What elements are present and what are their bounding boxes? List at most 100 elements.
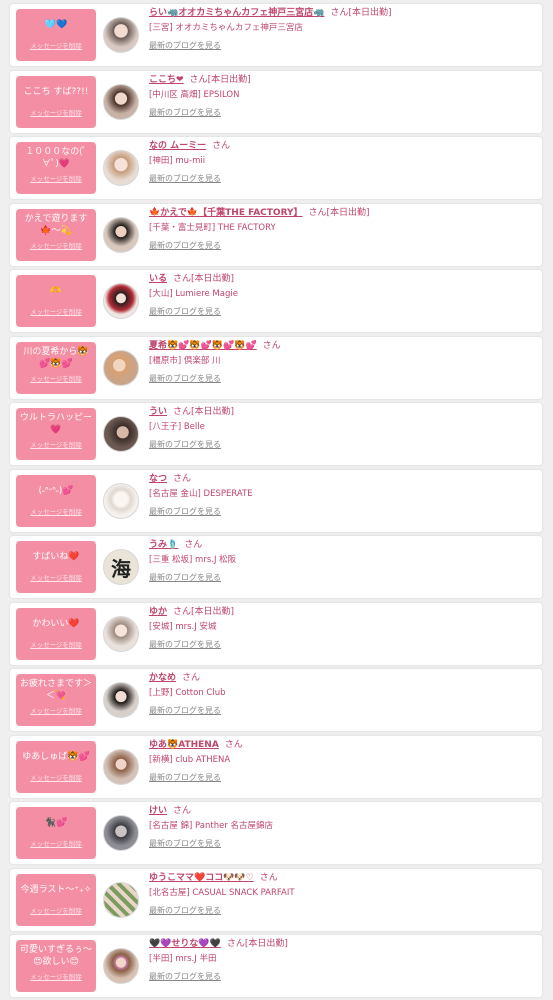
- delete-message-link[interactable]: メッセージを削除: [18, 641, 94, 650]
- profile-name-link[interactable]: 夏希🐯💕🐯💕🐯💕🐯💕: [149, 341, 257, 351]
- kanji-avatar-icon: 海: [111, 556, 131, 581]
- avatar[interactable]: [103, 17, 139, 53]
- name-line: ここち❤ さん[本日出勤]: [149, 73, 538, 88]
- name-line: 🍁かえで🍁【千葉THE FACTORY】 さん[本日出勤]: [149, 206, 538, 221]
- name-line: 夏希🐯💕🐯💕🐯💕🐯💕 さん: [149, 339, 538, 354]
- shop-area: [中川区 高畑]: [149, 89, 201, 100]
- avatar[interactable]: [103, 83, 139, 120]
- delete-message-link[interactable]: メッセージを削除: [18, 441, 94, 450]
- profile-name-link[interactable]: ここち❤: [149, 75, 184, 85]
- profile-name-link[interactable]: らい🦏オオカミちゃんカフェ神戸三宮店🦏: [149, 8, 324, 18]
- profile-info: らい🦏オオカミちゃんカフェ神戸三宮店🦏 さん[本日出勤] [三宮] オオカミちゃん…: [149, 6, 538, 53]
- favorite-card: 川の夏希から🐯💕🐯💕 メッセージを削除 夏希🐯💕🐯💕🐯💕🐯💕 さん [橿原市] 倶…: [10, 336, 542, 399]
- status-badge: [本日出勤]: [207, 74, 251, 85]
- delete-message-link[interactable]: メッセージを削除: [18, 707, 94, 716]
- delete-message-link[interactable]: メッセージを削除: [18, 508, 94, 517]
- honorific: さん: [308, 207, 327, 218]
- shop-line: [北名古屋] CASUAL SNACK PARFAIT: [149, 886, 538, 901]
- latest-blog-link[interactable]: 最新のブログを見る: [149, 241, 221, 250]
- avatar[interactable]: [103, 881, 139, 918]
- shop-name: CASUAL SNACK PARFAIT: [192, 887, 295, 898]
- shop-name: EPSILON: [203, 89, 240, 100]
- delete-message-link[interactable]: メッセージを削除: [18, 973, 94, 982]
- latest-blog-link[interactable]: 最新のブログを見る: [149, 41, 221, 50]
- latest-blog-link[interactable]: 最新のブログを見る: [149, 174, 221, 183]
- delete-message-link[interactable]: メッセージを削除: [18, 574, 94, 583]
- profile-name-link[interactable]: ゆあ🐯ATHENA: [149, 740, 219, 750]
- blog-line: 最新のブログを見る: [149, 238, 538, 253]
- status-badge: [本日出勤]: [191, 274, 235, 284]
- shop-area: [八王子]: [149, 422, 182, 432]
- avatar[interactable]: [103, 815, 139, 851]
- profile-name-link[interactable]: ゆうこママ❤️ココ🐶🐶♡: [149, 873, 254, 883]
- profile-name-link[interactable]: けい: [149, 806, 167, 816]
- shop-area: [半田]: [149, 954, 173, 964]
- honorific: さん: [173, 274, 192, 284]
- latest-blog-link[interactable]: 最新のブログを見る: [149, 972, 221, 981]
- profile-name-link[interactable]: なつ: [149, 474, 167, 484]
- message-text: 🫶: [50, 286, 62, 296]
- avatar[interactable]: 海: [103, 549, 139, 585]
- profile-name-link[interactable]: なの ムーミー: [149, 141, 206, 151]
- latest-blog-link[interactable]: 最新のブログを見る: [149, 108, 221, 117]
- avatar[interactable]: [103, 349, 139, 386]
- delete-message-link[interactable]: メッセージを削除: [18, 242, 94, 251]
- delete-message-link[interactable]: メッセージを削除: [18, 175, 94, 184]
- profile-info: ゆか さん[本日出勤] [安城] mrs.J 安城 最新のブログを見る: [149, 605, 538, 652]
- latest-blog-link[interactable]: 最新のブログを見る: [149, 307, 221, 316]
- message-text: かえで遊ります🍁〜💫: [24, 213, 88, 236]
- profile-name-link[interactable]: かなめ: [149, 673, 176, 683]
- name-line: うい さん[本日出勤]: [149, 405, 538, 420]
- latest-blog-link[interactable]: 最新のブログを見る: [149, 507, 221, 516]
- favorite-card: 🐈‍⬛💕 メッセージを削除 けい さん [名古屋 錦] Panther 名古屋錦店…: [10, 802, 542, 864]
- latest-blog-link[interactable]: 最新のブログを見る: [149, 640, 221, 649]
- delete-message-link[interactable]: メッセージを削除: [18, 109, 94, 118]
- honorific: さん: [262, 340, 281, 351]
- latest-blog-link[interactable]: 最新のブログを見る: [149, 906, 221, 915]
- delete-message-link[interactable]: メッセージを削除: [18, 907, 94, 916]
- profile-name-link[interactable]: 🖤💜せりな💜🖤: [149, 939, 221, 949]
- favorite-card: かわいい❤️ メッセージを削除 ゆか さん[本日出勤] [安城] mrs.J 安城…: [10, 602, 542, 665]
- avatar[interactable]: [103, 216, 139, 253]
- shop-line: [橿原市] 倶楽部 川: [149, 354, 538, 369]
- avatar[interactable]: [103, 283, 139, 319]
- latest-blog-link[interactable]: 最新のブログを見る: [149, 374, 221, 383]
- profile-info: 🍁かえで🍁【千葉THE FACTORY】 さん[本日出勤] [千葉・富士見町] T…: [149, 206, 538, 253]
- avatar[interactable]: [103, 150, 139, 186]
- delete-message-link[interactable]: メッセージを削除: [18, 840, 94, 849]
- latest-blog-link[interactable]: 最新のブログを見る: [149, 773, 221, 782]
- profile-name-link[interactable]: ゆか: [149, 607, 167, 617]
- message-bubble: ここち すば??!! メッセージを削除: [16, 75, 96, 128]
- name-line: うみ🩴 さん: [149, 538, 538, 553]
- shop-area: [名古屋 金山]: [149, 488, 201, 499]
- favorite-card: ゆあしゅば🐯💕 メッセージを削除 ゆあ🐯ATHENA さん [新横] club A…: [10, 735, 542, 798]
- profile-name-link[interactable]: いる: [149, 274, 167, 284]
- profile-info: けい さん [名古屋 錦] Panther 名古屋錦店 最新のブログを見る: [149, 804, 538, 851]
- profile-name-link[interactable]: うい: [149, 407, 167, 417]
- avatar[interactable]: [103, 748, 139, 785]
- latest-blog-link[interactable]: 最新のブログを見る: [149, 440, 221, 449]
- delete-message-link[interactable]: メッセージを削除: [18, 308, 94, 317]
- blog-line: 最新のブログを見る: [149, 836, 538, 851]
- delete-message-link[interactable]: メッセージを削除: [18, 774, 94, 783]
- delete-message-link[interactable]: メッセージを削除: [18, 42, 94, 51]
- message-bubble: 川の夏希から🐯💕🐯💕 メッセージを削除: [16, 341, 96, 394]
- latest-blog-link[interactable]: 最新のブログを見る: [149, 706, 221, 715]
- profile-name-link[interactable]: うみ🩴: [149, 540, 178, 550]
- avatar[interactable]: [103, 948, 139, 984]
- shop-line: [千葉・富士見町] THE FACTORY: [149, 221, 538, 236]
- shop-line: [八王子] Belle: [149, 420, 538, 435]
- profile-info: なつ さん [名古屋 金山] DESPERATE 最新のブログを見る: [149, 472, 538, 519]
- avatar[interactable]: [103, 482, 139, 519]
- delete-message-link[interactable]: メッセージを削除: [18, 375, 94, 384]
- favorite-card: 🫶 メッセージを削除 いる さん[本日出勤] [大山] Lumiere Magie…: [10, 270, 542, 332]
- shop-area: [安城]: [149, 621, 173, 632]
- latest-blog-link[interactable]: 最新のブログを見る: [149, 839, 221, 848]
- latest-blog-link[interactable]: 最新のブログを見る: [149, 573, 221, 582]
- avatar[interactable]: [103, 416, 139, 452]
- favorite-card: 可愛いすぎるぅ〜😍欲しい😊 メッセージを削除 🖤💜せりな💜🖤 さん[本日出勤] […: [10, 935, 542, 997]
- profile-name-link[interactable]: 🍁かえで🍁【千葉THE FACTORY】: [149, 208, 303, 218]
- avatar[interactable]: [103, 615, 139, 652]
- avatar[interactable]: [103, 682, 139, 718]
- shop-area: [三宮]: [149, 23, 173, 33]
